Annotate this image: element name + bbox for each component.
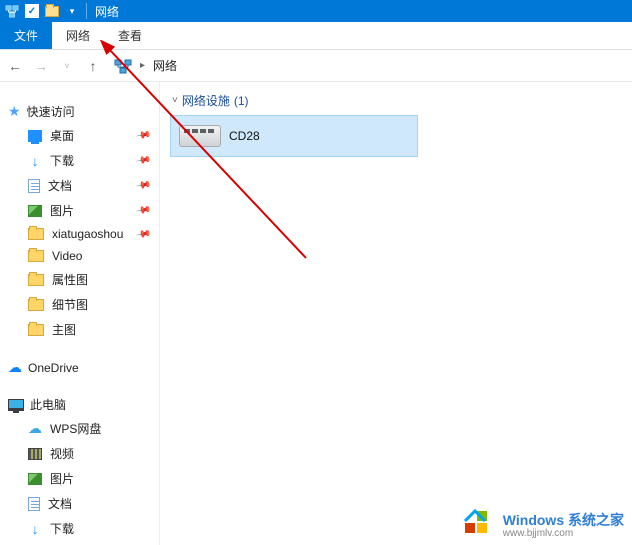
watermark-logo-icon: [463, 509, 497, 539]
titlebar-separator: [86, 3, 87, 19]
address-network-icon: [114, 57, 132, 75]
network-app-icon: [4, 3, 20, 19]
window-titlebar: ✓ ▾ 网络: [0, 0, 632, 22]
sidebar-item-label: 视频: [50, 445, 74, 462]
content-pane: ˅ 网络设施 (1) CD28: [160, 82, 632, 545]
folder-icon: [28, 299, 44, 311]
pin-icon: 📌: [135, 177, 152, 193]
sidebar-item-label: WPS网盘: [50, 420, 101, 437]
sidebar-item-videos[interactable]: 视频: [0, 441, 159, 466]
download-icon: ↓: [28, 522, 42, 536]
nav-forward-button[interactable]: →: [30, 55, 52, 77]
sidebar-item-label: 图片: [50, 202, 74, 219]
sidebar-item-pictures-pc[interactable]: 图片: [0, 466, 159, 491]
folder-icon: [28, 228, 44, 240]
device-name: CD28: [229, 129, 260, 143]
tab-view[interactable]: 查看: [104, 22, 156, 49]
sidebar-item-label: 下载: [50, 152, 74, 169]
sidebar-quick-access[interactable]: ★ 快速访问: [0, 100, 159, 123]
download-icon: ↓: [28, 154, 42, 168]
folder-icon: [28, 250, 44, 262]
sidebar-item-label: Video: [52, 249, 82, 263]
nav-up-button[interactable]: ↑: [82, 55, 104, 77]
window-title: 网络: [91, 3, 119, 20]
navigation-pane: ★ 快速访问 桌面 📌 ↓ 下载 📌 文档 📌 图片 📌 xiatugaosho…: [0, 82, 160, 545]
pin-icon: 📌: [135, 127, 152, 143]
group-label: 网络设施: [182, 92, 230, 109]
sidebar-item-label: 文档: [48, 177, 72, 194]
watermark-line2: www.bjjmlv.com: [503, 528, 624, 539]
sidebar-item-label: 文档: [48, 495, 72, 512]
sidebar-item-label: 主图: [52, 321, 76, 338]
onedrive-label: OneDrive: [28, 361, 79, 375]
sidebar-item-label: 细节图: [52, 296, 88, 313]
address-text: 网络: [153, 57, 177, 74]
group-header-network-infra[interactable]: ˅ 网络设施 (1): [170, 90, 622, 115]
sidebar-this-pc[interactable]: 此电脑: [0, 393, 159, 416]
watermark: Windows 系统之家 www.bjjmlv.com: [463, 509, 624, 539]
sidebar-item-downloads[interactable]: ↓ 下载 📌: [0, 148, 159, 173]
chevron-down-icon: ˅: [172, 95, 178, 106]
this-pc-icon: [8, 399, 24, 411]
star-icon: ★: [8, 103, 21, 120]
sidebar-item-folder[interactable]: 主图: [0, 317, 159, 342]
video-icon: [28, 448, 42, 460]
nav-back-button[interactable]: ←: [4, 55, 26, 77]
titlebar-check-icon[interactable]: ✓: [24, 3, 40, 19]
cloud-icon: ☁: [8, 359, 22, 376]
pin-icon: 📌: [135, 202, 152, 218]
tab-network[interactable]: 网络: [52, 22, 104, 49]
sidebar-item-documents-pc[interactable]: 文档: [0, 491, 159, 516]
sidebar-item-folder[interactable]: 细节图: [0, 292, 159, 317]
sidebar-item-pictures[interactable]: 图片 📌: [0, 198, 159, 223]
ribbon-tabs: 文件 网络 查看: [0, 22, 632, 50]
document-icon: [28, 497, 40, 511]
sidebar-item-label: 图片: [50, 470, 74, 487]
sidebar-item-label: 属性图: [52, 271, 88, 288]
sidebar-item-label: xiatugaoshou: [52, 227, 123, 241]
network-device-tile[interactable]: CD28: [170, 115, 418, 157]
sidebar-item-documents[interactable]: 文档 📌: [0, 173, 159, 198]
group-count: (1): [234, 94, 249, 108]
sidebar-item-folder[interactable]: Video: [0, 245, 159, 267]
cloud-icon: ☁: [28, 420, 42, 437]
router-icon: [179, 125, 221, 147]
sidebar-item-downloads-pc[interactable]: ↓ 下载: [0, 516, 159, 541]
this-pc-label: 此电脑: [30, 396, 66, 413]
address-chevron-icon[interactable]: ▸: [138, 60, 147, 71]
desktop-icon: [28, 130, 42, 142]
folder-icon: [28, 324, 44, 336]
pin-icon: 📌: [135, 152, 152, 168]
sidebar-item-music[interactable]: ♪ 音乐: [0, 541, 159, 545]
sidebar-onedrive[interactable]: ☁ OneDrive: [0, 356, 159, 379]
titlebar-dropdown-icon[interactable]: ▾: [64, 3, 80, 19]
address-bar[interactable]: ▸ 网络: [108, 57, 628, 75]
document-icon: [28, 179, 40, 193]
tab-file[interactable]: 文件: [0, 22, 52, 49]
sidebar-item-label: 桌面: [50, 127, 74, 144]
folder-icon: [28, 274, 44, 286]
sidebar-item-label: 下载: [50, 520, 74, 537]
sidebar-item-wps[interactable]: ☁ WPS网盘: [0, 416, 159, 441]
sidebar-item-folder[interactable]: xiatugaoshou 📌: [0, 223, 159, 245]
sidebar-item-desktop[interactable]: 桌面 📌: [0, 123, 159, 148]
quick-access-label: 快速访问: [27, 103, 75, 120]
picture-icon: [28, 473, 42, 485]
titlebar-folder-icon[interactable]: [44, 3, 60, 19]
nav-recent-dropdown[interactable]: ˅: [56, 55, 78, 77]
sidebar-item-folder[interactable]: 属性图: [0, 267, 159, 292]
pin-icon: 📌: [135, 226, 152, 242]
picture-icon: [28, 205, 42, 217]
navigation-bar: ← → ˅ ↑ ▸ 网络: [0, 50, 632, 82]
watermark-line1: Windows 系统之家: [503, 512, 624, 528]
